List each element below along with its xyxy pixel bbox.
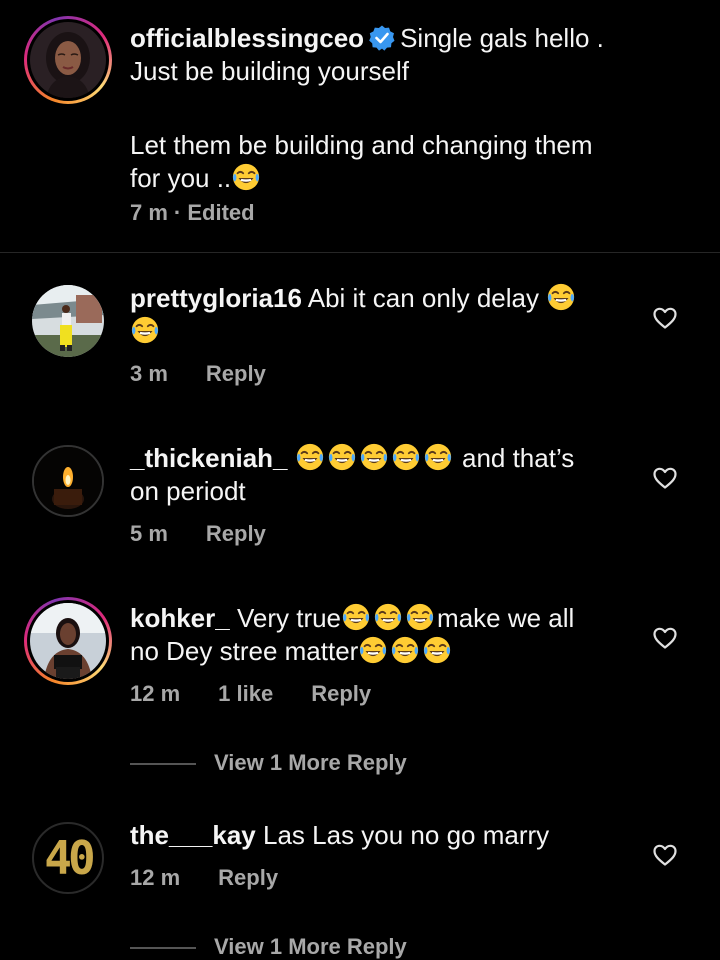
caption-meta: 7 m · Edited: [130, 200, 293, 226]
comment-text: Very true: [236, 603, 342, 633]
avatar-text: 40: [44, 831, 95, 885]
face-with-tears-of-joy-icon: [405, 602, 435, 632]
commenter-avatar[interactable]: [24, 597, 112, 685]
author-avatar[interactable]: [24, 16, 112, 104]
face-with-tears-of-joy-icon: [358, 635, 388, 665]
caption-text: officialblessingceo Single gals hello . J…: [130, 22, 690, 195]
comment-meta: 12 m 1 like Reply: [130, 681, 409, 707]
comment-text: and that’s: [461, 443, 575, 473]
comment-text-line-2: on periodt: [130, 476, 246, 506]
caption-edited: · Edited: [173, 200, 255, 225]
heart-outline-icon[interactable]: [652, 626, 678, 650]
face-with-tears-of-joy-icon: [391, 442, 421, 472]
author-photo: [30, 22, 106, 98]
comment-time: 12 m: [130, 865, 181, 890]
commenter-photo: [32, 285, 104, 357]
commenter-photo: [34, 447, 102, 515]
heart-outline-icon[interactable]: [652, 466, 678, 490]
comment-username[interactable]: prettygloria16: [130, 283, 302, 313]
face-with-tears-of-joy-icon: [546, 282, 576, 312]
view-more-replies-button[interactable]: View 1 More Reply: [130, 934, 407, 960]
face-with-tears-of-joy-icon: [373, 602, 403, 632]
view-more-replies-button[interactable]: View 1 More Reply: [130, 750, 407, 776]
face-with-tears-of-joy-icon: [231, 162, 261, 192]
heart-outline-icon[interactable]: [652, 306, 678, 330]
reply-button[interactable]: Reply: [311, 681, 371, 706]
reply-button[interactable]: Reply: [206, 361, 266, 386]
caption-username[interactable]: officialblessingceo: [130, 23, 364, 53]
comment-text: Abi it can only delay: [307, 283, 539, 313]
commenter-avatar[interactable]: [32, 285, 104, 357]
comment-meta: 3 m Reply: [130, 361, 304, 387]
comment-text: Las Las you no go marry: [263, 820, 550, 850]
face-with-tears-of-joy-icon: [423, 442, 453, 472]
face-with-tears-of-joy-icon: [422, 635, 452, 665]
comment-meta: 5 m Reply: [130, 521, 304, 547]
comment-username[interactable]: the___kay: [130, 820, 256, 850]
comment-body: prettygloria16 Abi it can only delay: [130, 282, 610, 348]
comment-time: 12 m: [130, 681, 181, 706]
caption-line-3: Let them be building and changing them: [130, 130, 593, 160]
comment-username[interactable]: kohker_: [130, 603, 230, 633]
face-with-tears-of-joy-icon: [130, 315, 160, 345]
verified-badge-icon: [369, 25, 395, 51]
face-with-tears-of-joy-icon: [295, 442, 325, 472]
reply-button[interactable]: Reply: [206, 521, 266, 546]
commenter-avatar[interactable]: [32, 445, 104, 517]
view-more-label: View 1 More Reply: [214, 750, 407, 775]
comment-body: _thickeniah_ and that’s on periodt: [130, 442, 630, 508]
caption-line-2: Just be building yourself: [130, 56, 409, 86]
face-with-tears-of-joy-icon: [327, 442, 357, 472]
heart-outline-icon[interactable]: [652, 843, 678, 867]
comment-text-line-2: no Dey stree matter: [130, 636, 359, 666]
face-with-tears-of-joy-icon: [390, 635, 420, 665]
comment-time: 3 m: [130, 361, 168, 386]
commenter-avatar[interactable]: 40: [32, 822, 104, 894]
likes-count[interactable]: 1 like: [218, 681, 273, 706]
comment-username[interactable]: _thickeniah_: [130, 443, 288, 473]
divider-line: [130, 947, 196, 950]
view-more-label: View 1 More Reply: [214, 934, 407, 959]
divider-line: [130, 763, 196, 766]
face-with-tears-of-joy-icon: [341, 602, 371, 632]
caption-time: 7 m: [130, 200, 168, 225]
comment-body: kohker_ Very true make we all no Dey stre…: [130, 602, 630, 668]
commenter-photo: [30, 603, 106, 679]
comment-body: the___kay Las Las you no go marry: [130, 819, 630, 852]
reply-button[interactable]: Reply: [218, 865, 278, 890]
comment-meta: 12 m Reply: [130, 865, 316, 891]
post-caption: officialblessingceo Single gals hello . J…: [0, 0, 720, 253]
comment-text-2: make we all: [437, 603, 575, 633]
face-with-tears-of-joy-icon: [359, 442, 389, 472]
comment-time: 5 m: [130, 521, 168, 546]
caption-line-1: Single gals hello .: [400, 23, 604, 53]
caption-line-4: for you ..: [130, 163, 232, 193]
